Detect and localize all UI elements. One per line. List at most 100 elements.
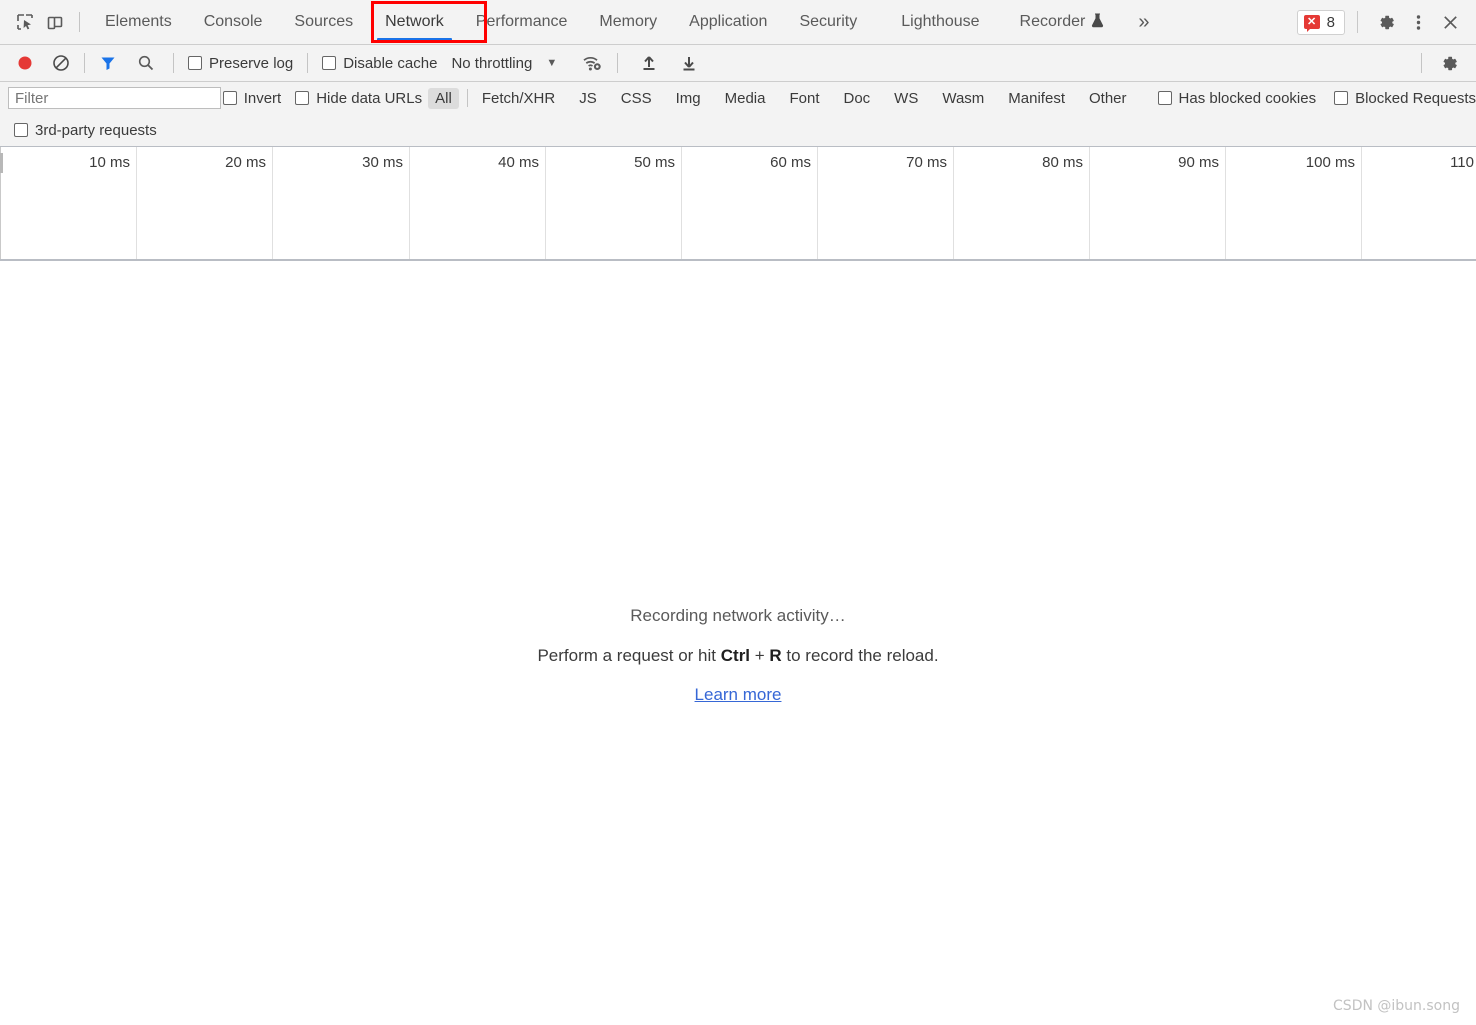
devtools-tab-bar: Elements Console Sources Network Perform… [0, 0, 1476, 45]
error-count-label: 8 [1326, 13, 1335, 31]
blocked-requests-checkbox[interactable]: Blocked Requests [1334, 90, 1476, 107]
timeline-tick-column: 80 ms [954, 147, 1090, 259]
chip-all[interactable]: All [428, 87, 459, 109]
search-icon[interactable] [131, 49, 161, 77]
empty-state-message: Recording network activity… Perform a re… [537, 606, 938, 705]
timeline-tick-column: 10 ms [0, 147, 137, 259]
record-button[interactable] [10, 49, 40, 77]
checkbox-box [1157, 91, 1172, 105]
tab-label: Security [799, 13, 858, 30]
tab-lighthouse[interactable]: Lighthouse [873, 0, 995, 44]
timeline-tick-label: 20 ms [225, 154, 266, 171]
tabbar-right-divider [1357, 11, 1358, 33]
tab-overflow-button[interactable]: » [1120, 0, 1167, 44]
resource-type-chips: All [428, 87, 459, 109]
chip-wasm[interactable]: Wasm [935, 88, 991, 109]
close-devtools-icon[interactable] [1434, 6, 1466, 38]
tab-label: Lighthouse [901, 13, 980, 30]
timeline-tick-label: 70 ms [906, 154, 947, 171]
third-party-requests-checkbox[interactable]: 3rd-party requests [14, 122, 157, 139]
tab-console[interactable]: Console [188, 0, 279, 44]
checkbox-box [14, 123, 28, 137]
chip-fetch-xhr[interactable]: Fetch/XHR [475, 88, 562, 109]
chip-css[interactable]: CSS [614, 88, 659, 109]
preserve-log-checkbox[interactable]: Preserve log [188, 55, 293, 72]
throttling-select[interactable]: No throttling [451, 55, 532, 72]
chevron-down-icon[interactable]: ▼ [546, 57, 557, 69]
third-party-requests-label: 3rd-party requests [35, 121, 157, 139]
network-empty-panel: Recording network activity… Perform a re… [0, 261, 1476, 1023]
hint-plus: + [750, 646, 770, 665]
filter-funnel-icon[interactable] [93, 49, 123, 77]
timeline-tick-column: 100 ms [1226, 147, 1362, 259]
invert-checkbox[interactable]: Invert [222, 89, 282, 107]
import-har-icon[interactable] [634, 49, 664, 77]
resource-type-chips-rest: Fetch/XHR JS CSS Img Media Font Doc WS W… [475, 88, 1134, 109]
clear-button[interactable] [46, 49, 76, 77]
toolbar-divider-4 [617, 53, 619, 73]
timeline-tick-label: 30 ms [362, 154, 403, 171]
tab-label: Network [385, 13, 444, 30]
toolbar-divider-5 [1421, 53, 1422, 73]
error-count-badge[interactable]: ✕ 8 [1296, 9, 1345, 35]
checkbox-box [222, 91, 237, 105]
preserve-log-label: Preserve log [209, 54, 294, 72]
timeline-tick-label: 100 ms [1305, 154, 1355, 171]
hint-post: to record the reload. [781, 646, 939, 665]
recording-hint-text: Perform a request or hit Ctrl + R to rec… [537, 646, 938, 666]
learn-more-link[interactable]: Learn more [695, 685, 782, 704]
network-settings-gear-icon[interactable] [1434, 49, 1464, 77]
timeline-tick-column: 70 ms [818, 147, 954, 259]
filter-input[interactable] [8, 87, 221, 109]
tab-overflow-label: » [1138, 10, 1150, 33]
export-har-icon[interactable] [674, 49, 704, 77]
timeline-tick-column: 90 ms [1090, 147, 1226, 259]
toolbar-divider-1 [84, 53, 85, 73]
tab-list: Elements Console Sources Network Perform… [89, 0, 1167, 44]
disable-cache-checkbox[interactable]: Disable cache [322, 55, 437, 72]
toolbar-divider-2 [173, 53, 174, 73]
tab-label: Sources [294, 13, 354, 30]
tabbar-divider [79, 12, 80, 32]
network-timeline-overview[interactable]: 10 ms 20 ms 30 ms 40 ms 50 ms 60 ms 70 m… [0, 147, 1476, 261]
tab-sources[interactable]: Sources [278, 0, 369, 44]
disable-cache-label: Disable cache [343, 54, 438, 72]
device-toolbar-icon[interactable] [40, 7, 70, 37]
chip-ws[interactable]: WS [887, 88, 925, 109]
timeline-tick-label: 10 ms [89, 154, 130, 171]
timeline-tick-label: 50 ms [634, 154, 675, 171]
tab-security[interactable]: Security [783, 0, 873, 44]
hide-data-urls-checkbox[interactable]: Hide data URLs [295, 90, 422, 107]
inspect-element-icon[interactable] [10, 7, 40, 37]
timeline-tick-column: 50 ms [546, 147, 682, 259]
timeline-tick-column: 60 ms [682, 147, 818, 259]
chip-font[interactable]: Font [782, 88, 826, 109]
tab-elements[interactable]: Elements [89, 0, 188, 44]
timeline-tick-column: 30 ms [273, 147, 410, 259]
checkbox-box [188, 56, 202, 70]
tab-application[interactable]: Application [673, 0, 783, 44]
timeline-tick-column: 110 [1362, 147, 1476, 259]
network-conditions-icon[interactable] [577, 49, 607, 77]
tab-network[interactable]: Network [369, 0, 460, 44]
recording-status-text: Recording network activity… [630, 606, 846, 625]
chip-js[interactable]: JS [572, 88, 604, 109]
chip-other[interactable]: Other [1082, 88, 1134, 109]
settings-gear-icon[interactable] [1370, 6, 1402, 38]
tab-label: Console [203, 13, 263, 30]
chip-img[interactable]: Img [669, 88, 708, 109]
more-options-kebab-icon[interactable] [1402, 6, 1434, 38]
chip-manifest[interactable]: Manifest [1001, 88, 1072, 109]
has-blocked-cookies-checkbox[interactable]: Has blocked cookies [1157, 89, 1317, 107]
chip-media[interactable]: Media [718, 88, 773, 109]
chip-doc[interactable]: Doc [836, 88, 877, 109]
tab-recorder[interactable]: Recorder [996, 0, 1121, 44]
toolbar-divider-3 [307, 53, 309, 73]
invert-label: Invert [243, 89, 282, 107]
tab-memory[interactable]: Memory [583, 0, 673, 44]
flask-icon [1091, 13, 1104, 31]
blocked-requests-label: Blocked Requests [1355, 89, 1476, 107]
tab-performance[interactable]: Performance [460, 0, 584, 44]
timeline-tick-label: 80 ms [1042, 154, 1083, 171]
has-blocked-cookies-label: Has blocked cookies [1178, 89, 1317, 107]
